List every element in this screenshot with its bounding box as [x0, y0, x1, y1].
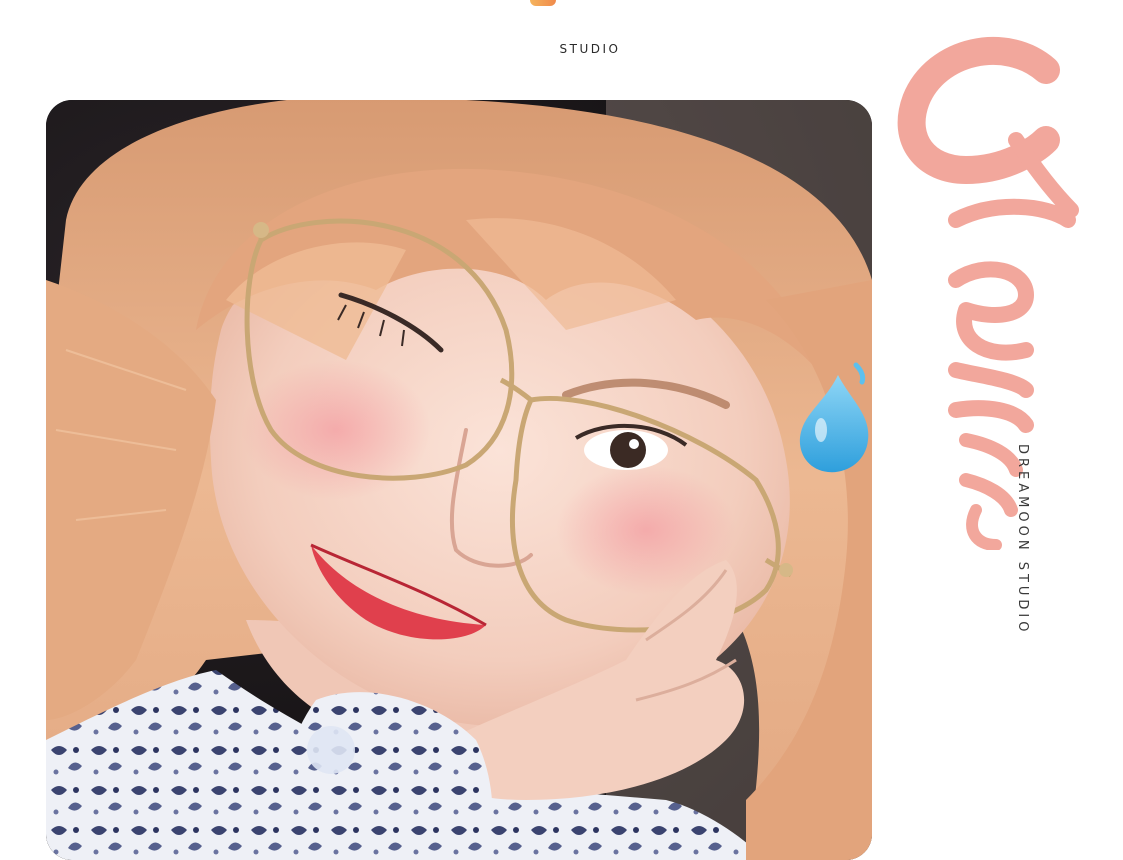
- top-decoration: [530, 0, 556, 6]
- portrait-illustration: [46, 100, 872, 860]
- brand-vertical-text: DREAMOON STUDIO: [1015, 444, 1030, 636]
- portrait-photo: [46, 100, 872, 860]
- script-signature-graphic: [897, 36, 1079, 550]
